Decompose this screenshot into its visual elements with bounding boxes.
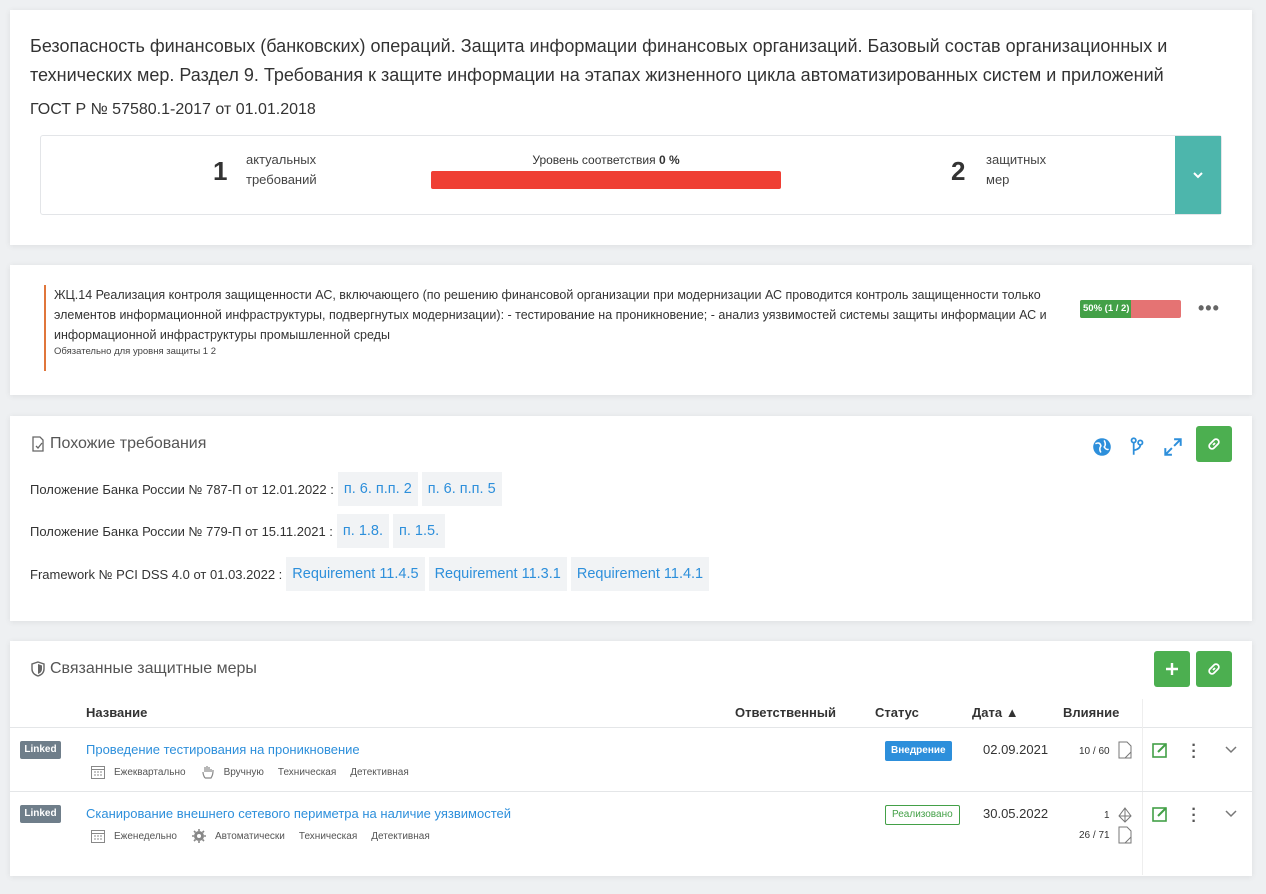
similar-chip[interactable]: Requirement 11.4.1 [570,557,710,591]
requirement-progress-text: 50% (1 / 2) [1083,303,1130,314]
similar-doc-name: Положение Банка России № 787-П от 12.01.… [30,481,334,497]
more-icon[interactable]: · · · [1189,802,1199,830]
measure-meta: Ежеквартально Вручную Техническая Детект… [90,764,423,780]
document-card: Безопасность финансовых (банковских) опе… [10,10,1252,245]
measure-meta: Еженедельно Автоматически Техническая Де… [90,828,444,844]
status-badge: Реализовано [885,805,960,825]
gear-icon [191,828,207,844]
link-requirement-button[interactable] [1196,426,1232,462]
expand-summary-button[interactable] [1175,136,1221,214]
measure-frequency: Ежеквартально [114,766,186,778]
link-icon [1208,663,1220,675]
impact-docs: 26 / 71 [1079,830,1110,841]
add-measure-button[interactable] [1154,651,1190,687]
link-measure-button[interactable] [1196,651,1232,687]
similar-requirements-title: Похожие требования [50,435,207,452]
measure-link[interactable]: Проведение тестирования на проникновение [86,742,360,757]
branch-icon[interactable] [1126,436,1148,458]
similar-row: Положение Банка России № 779-П от 15.11.… [30,514,449,548]
requirements-label: актуальных требований [246,152,317,187]
document-check-icon [32,436,44,452]
compliance-summary: 1 актуальных требований Уровень соответс… [40,135,1222,215]
chevron-down-icon[interactable] [1224,742,1238,756]
plus-icon [1166,663,1178,675]
table-divider [10,791,1252,792]
measure-type: Техническая [277,766,337,778]
compliance-level-bar [431,171,781,189]
requirement-text: ЖЦ.14 Реализация контроля защищенности А… [54,288,1047,342]
linked-measures-card: Связанные защитные меры Название Ответст… [10,641,1252,876]
document-subtitle: ГОСТ Р № 57580.1-2017 от 01.01.2018 [30,101,316,118]
similar-requirements-header: Похожие требования [30,435,206,453]
hand-icon [200,764,216,780]
edit-icon[interactable] [1151,805,1169,823]
status-badge: Внедрение [885,741,952,761]
measure-frequency: Еженедельно [114,830,177,842]
link-icon [1208,438,1220,450]
requirement-progress-bar: 50% (1 / 2) [1080,300,1181,318]
chevron-down-icon[interactable] [1224,806,1238,820]
document-icon [1118,826,1132,844]
requirement-block: ЖЦ.14 Реализация контроля защищенности А… [44,285,1054,371]
asset-icon [1118,807,1132,823]
requirements-count: 1 [213,156,228,186]
chevron-down-icon [1193,172,1203,179]
shield-icon [31,661,45,677]
measure-kind: Детективная [350,766,409,778]
measure-kind: Детективная [371,830,430,842]
similar-row: Framework № PCI DSS 4.0 от 01.03.2022 : … [30,557,713,591]
similar-chip[interactable]: п. 6. п.п. 2 [337,472,418,506]
compliance-level-label: Уровень соответствия 0 % [532,153,680,167]
requirement-card: ЖЦ.14 Реализация контроля защищенности А… [10,265,1252,395]
edit-icon[interactable] [1151,741,1169,759]
linked-badge: Linked [20,741,61,759]
impact-docs: 10 / 60 [1079,746,1110,757]
table-divider [10,727,1252,728]
similar-requirements-card: Похожие требования Положение Банка Росси… [10,416,1252,621]
linked-badge: Linked [20,805,61,823]
impact-assets: 1 [1104,810,1110,821]
column-name[interactable]: Название [86,705,147,720]
document-title: Безопасность финансовых (банковских) опе… [30,36,1168,85]
measures-count: 2 [951,156,966,186]
expand-icon[interactable] [1162,436,1184,458]
measure-mode: Автоматически [214,830,285,842]
globe-icon[interactable] [1091,436,1113,458]
calendar-icon [90,764,106,780]
column-date[interactable]: Дата ▲ [972,705,1019,720]
calendar-icon [90,828,106,844]
similar-doc-name: Положение Банка России № 779-П от 15.11.… [30,523,333,539]
measures-label: защитных мер [986,152,1047,187]
measure-link[interactable]: Сканирование внешнего сетевого периметра… [86,806,511,821]
similar-chip[interactable]: п. 1.5. [393,514,446,548]
column-divider [1142,699,1143,875]
linked-measures-header: Связанные защитные меры [30,660,257,678]
similar-chip[interactable]: п. 1.8. [336,514,390,548]
measure-date: 02.09.2021 [983,742,1049,757]
linked-measures-title: Связанные защитные меры [50,660,257,677]
similar-chip[interactable]: Requirement 11.3.1 [428,557,567,591]
measure-type: Техническая [298,830,358,842]
measure-mode: Вручную [223,766,264,778]
similar-doc-name: Framework № PCI DSS 4.0 от 01.03.2022 : [30,566,283,582]
measure-date: 30.05.2022 [983,806,1049,821]
similar-chip[interactable]: Requirement 11.4.5 [286,557,425,591]
similar-row: Положение Банка России № 787-П от 12.01.… [30,472,506,506]
column-status[interactable]: Статус [875,705,919,720]
requirement-note: Обязательно для уровня защиты 1 2 [54,346,217,357]
document-icon [1118,741,1132,759]
similar-chip[interactable]: п. 6. п.п. 5 [421,472,502,506]
more-icon[interactable]: · · · [1189,738,1199,766]
column-owner[interactable]: Ответственный [735,705,836,720]
column-impact[interactable]: Влияние [1063,705,1119,720]
requirement-menu-icon[interactable]: ••• [1198,298,1220,319]
